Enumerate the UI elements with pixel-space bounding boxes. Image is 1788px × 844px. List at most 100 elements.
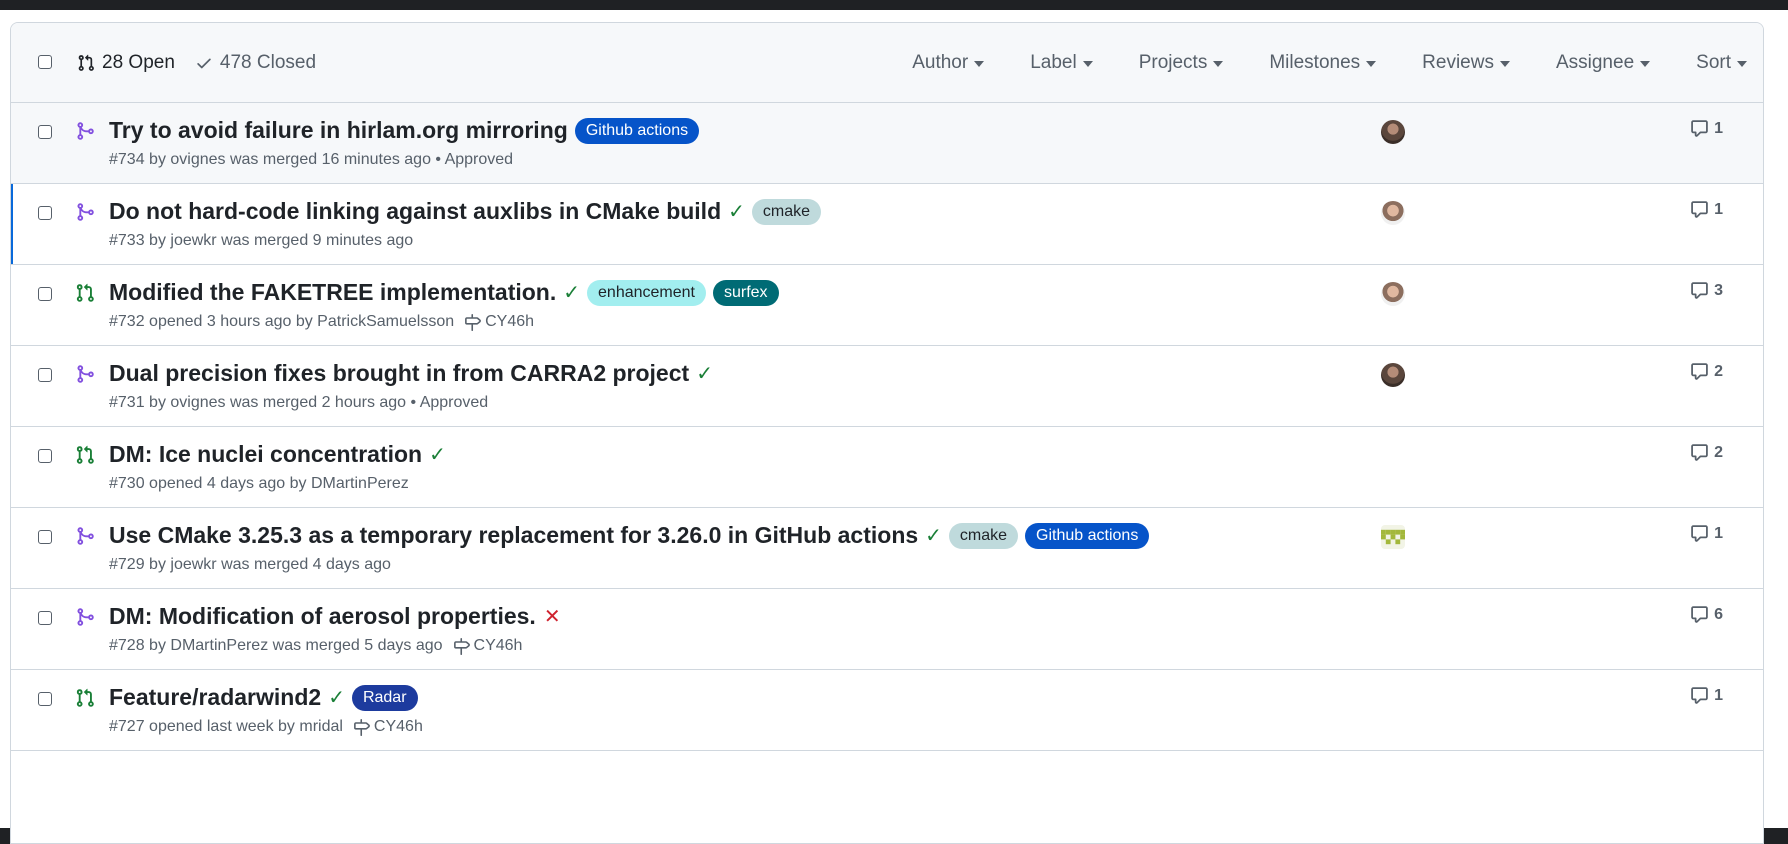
pull-request-row[interactable]: DM: Ice nuclei concentration ✓ #730 opened… (11, 427, 1763, 508)
caret-down-icon (1737, 60, 1747, 67)
pull-request-meta: #732 opened 3 hours ago by PatrickSamuel… (109, 313, 534, 331)
open-filter[interactable]: 28 Open (77, 52, 175, 74)
comment-count: 3 (1714, 281, 1723, 299)
assignee-avatar[interactable] (1381, 363, 1405, 387)
check-success-icon[interactable]: ✓ (925, 523, 942, 548)
row-checkbox[interactable] (38, 368, 52, 382)
pull-request-meta: #731 by ovignes was merged 2 hours ago •… (109, 394, 488, 412)
pull-request-title[interactable]: Modified the FAKETREE implementation. (109, 279, 556, 306)
check-success-icon[interactable]: ✓ (328, 685, 345, 710)
pull-request-row[interactable]: Try to avoid failure in hirlam.org mirro… (11, 103, 1763, 184)
title-line: Try to avoid failure in hirlam.org mirro… (109, 117, 700, 144)
comments-link[interactable]: 1 (1690, 200, 1723, 219)
closed-filter[interactable]: 478 Closed (195, 52, 316, 74)
check-success-icon[interactable]: ✓ (696, 361, 713, 386)
pull-request-meta: #733 by joewkr was merged 9 minutes ago (109, 232, 413, 250)
pull-request-meta: #728 by DMartinPerez was merged 5 days a… (109, 637, 522, 655)
filter-sort[interactable]: Sort (1696, 52, 1747, 74)
filter-label[interactable]: Label (1030, 52, 1093, 74)
comments-link[interactable]: 1 (1690, 686, 1723, 705)
comments-link[interactable]: 2 (1690, 362, 1723, 381)
assignee-avatar[interactable] (1381, 120, 1405, 144)
milestone-link[interactable]: CY46h (353, 718, 423, 736)
milestone-link[interactable]: CY46h (453, 637, 523, 655)
milestone-link[interactable]: CY46h (464, 313, 534, 331)
label-badge[interactable]: cmake (751, 198, 822, 225)
check-failure-icon[interactable]: ✕ (544, 604, 561, 629)
milestone-icon (453, 637, 470, 655)
filter-projects[interactable]: Projects (1139, 52, 1224, 74)
comment-count: 1 (1714, 119, 1723, 137)
check-success-icon[interactable]: ✓ (429, 442, 446, 467)
assignee-avatar[interactable] (1381, 525, 1405, 549)
title-line: Do not hard-code linking against auxlibs… (109, 198, 822, 225)
pull-request-title[interactable]: Dual precision fixes brought in from CAR… (109, 360, 689, 387)
row-checkbox[interactable] (38, 692, 52, 706)
row-checkbox[interactable] (38, 611, 52, 625)
check-success-icon[interactable]: ✓ (563, 280, 580, 305)
title-line: DM: Modification of aerosol properties. ✕ (109, 603, 561, 630)
label-badge[interactable]: cmake (948, 522, 1019, 549)
git-pull-request-icon (78, 54, 94, 71)
pull-request-row[interactable]: Feature/radarwind2 ✓ Radar #727 opened last… (11, 670, 1763, 751)
assignee-avatar[interactable] (1381, 282, 1405, 306)
label-badge[interactable]: Radar (351, 684, 418, 711)
comment-icon (1691, 687, 1708, 704)
row-checkbox[interactable] (38, 449, 52, 463)
comment-icon (1691, 282, 1708, 299)
select-all-checkbox[interactable] (38, 55, 52, 69)
label-badge[interactable]: Github actions (574, 117, 700, 144)
pull-request-row[interactable]: DM: Modification of aerosol properties. ✕… (11, 589, 1763, 670)
comment-icon (1691, 525, 1708, 542)
filter-label: Projects (1138, 51, 1208, 73)
pull-request-title[interactable]: Do not hard-code linking against auxlibs… (109, 198, 721, 225)
milestone-name: CY46h (373, 718, 423, 735)
check-success-icon[interactable]: ✓ (728, 199, 745, 224)
title-line: DM: Ice nuclei concentration ✓ (109, 441, 446, 468)
comments-link[interactable]: 6 (1690, 605, 1723, 624)
comments-link[interactable]: 2 (1690, 443, 1723, 462)
comments-link[interactable]: 1 (1690, 524, 1723, 543)
label-badge[interactable]: enhancement (587, 279, 706, 306)
pull-request-title[interactable]: Try to avoid failure in hirlam.org mirro… (109, 117, 568, 144)
filter-reviews[interactable]: Reviews (1422, 52, 1510, 74)
label-badge[interactable]: Github actions (1025, 522, 1150, 549)
pull-request-row[interactable]: Use CMake 3.25.3 as a temporary replacem… (11, 508, 1763, 589)
label-badge[interactable]: surfex (712, 279, 779, 306)
pull-request-title[interactable]: Use CMake 3.25.3 as a temporary replacem… (109, 522, 918, 549)
pull-request-row[interactable]: Do not hard-code linking against auxlibs… (11, 184, 1763, 265)
pull-request-title[interactable]: Feature/radarwind2 (109, 684, 321, 711)
pull-request-title[interactable]: DM: Modification of aerosol properties. (109, 603, 536, 630)
pull-request-row[interactable]: Dual precision fixes brought in from CAR… (11, 346, 1763, 427)
caret-down-icon (1499, 60, 1510, 67)
git-merge-icon (77, 203, 94, 221)
comment-icon (1691, 606, 1708, 623)
filter-label: Sort (1696, 51, 1731, 73)
open-count: 28 Open (102, 51, 175, 73)
row-checkbox[interactable] (38, 287, 52, 301)
assignee-avatar[interactable] (1381, 201, 1405, 225)
comment-count: 2 (1714, 362, 1723, 380)
pull-request-row[interactable]: Modified the FAKETREE implementation. ✓ en… (11, 265, 1763, 346)
filter-label: Label (1030, 51, 1077, 73)
row-checkbox[interactable] (38, 530, 52, 544)
pull-request-title[interactable]: DM: Ice nuclei concentration (109, 441, 422, 468)
pull-requests-page: 28 Open 478 Closed Author Label Projects Mi… (0, 10, 1788, 844)
filter-assignee[interactable]: Assignee (1556, 52, 1651, 74)
meta-text: #734 by ovignes was merged 16 minutes ag… (109, 151, 514, 168)
status-icon-wrap (75, 364, 95, 384)
caret-down-icon (974, 60, 985, 67)
pull-request-meta: #730 opened 4 days ago by DMartinPerez (109, 475, 409, 493)
title-line: Feature/radarwind2 ✓ Radar (109, 684, 418, 711)
row-checkbox[interactable] (38, 125, 52, 139)
milestone-icon (353, 718, 370, 736)
status-icon-wrap (75, 121, 95, 141)
filter-milestones[interactable]: Milestones (1269, 52, 1377, 74)
meta-text: #732 opened 3 hours ago by PatrickSamuel… (109, 313, 455, 330)
filter-author[interactable]: Author (912, 52, 985, 74)
comments-link[interactable]: 1 (1690, 119, 1723, 138)
row-checkbox[interactable] (38, 206, 52, 220)
milestone-name: CY46h (473, 637, 523, 654)
comments-link[interactable]: 3 (1690, 281, 1723, 300)
caret-down-icon (1640, 60, 1651, 67)
